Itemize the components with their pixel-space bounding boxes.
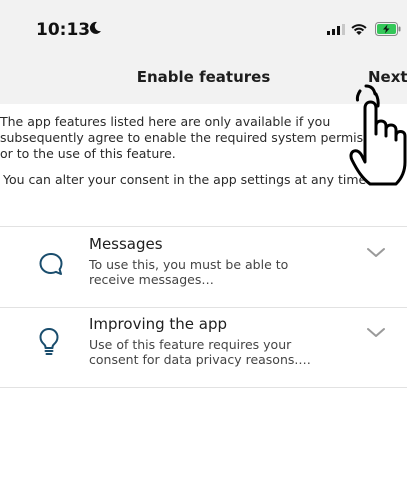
intro-text: The app features listed here are only av… (0, 114, 400, 198)
wifi-icon (351, 24, 367, 35)
feature-description: To use this, you must be able to receive… (89, 257, 289, 287)
feature-description: Use of this feature requires your consen… (89, 337, 311, 367)
app-screen: 10:13 Enable features Next The app featu… (0, 0, 407, 492)
feature-item-improving-app[interactable]: Improving the app Use of this feature re… (0, 307, 407, 388)
status-bar: 10:13 (0, 0, 407, 58)
navigation-bar: Enable features Next (0, 58, 407, 104)
status-time: 10:13 (36, 20, 91, 40)
page-title: Enable features (136, 68, 271, 86)
battery-charging-icon (375, 22, 401, 36)
feature-title: Improving the app (89, 315, 228, 333)
lightbulb-icon (39, 328, 59, 355)
chevron-down-icon[interactable] (366, 247, 386, 259)
content-area: The app features listed here are only av… (0, 104, 407, 492)
pointing-hand-icon (349, 84, 407, 186)
intro-paragraph-1: The app features listed here are only av… (0, 114, 396, 161)
header-area: 10:13 Enable features Next (0, 0, 407, 104)
intro-paragraph-2: You can alter your consent in the app se… (3, 172, 371, 187)
feature-item-messages[interactable]: Messages To use this, you must be able t… (0, 226, 407, 308)
feature-title: Messages (89, 235, 163, 253)
signal-icon (327, 24, 345, 35)
chat-bubble-icon (39, 253, 63, 275)
chevron-down-icon[interactable] (366, 327, 386, 339)
moon-icon (89, 21, 101, 34)
